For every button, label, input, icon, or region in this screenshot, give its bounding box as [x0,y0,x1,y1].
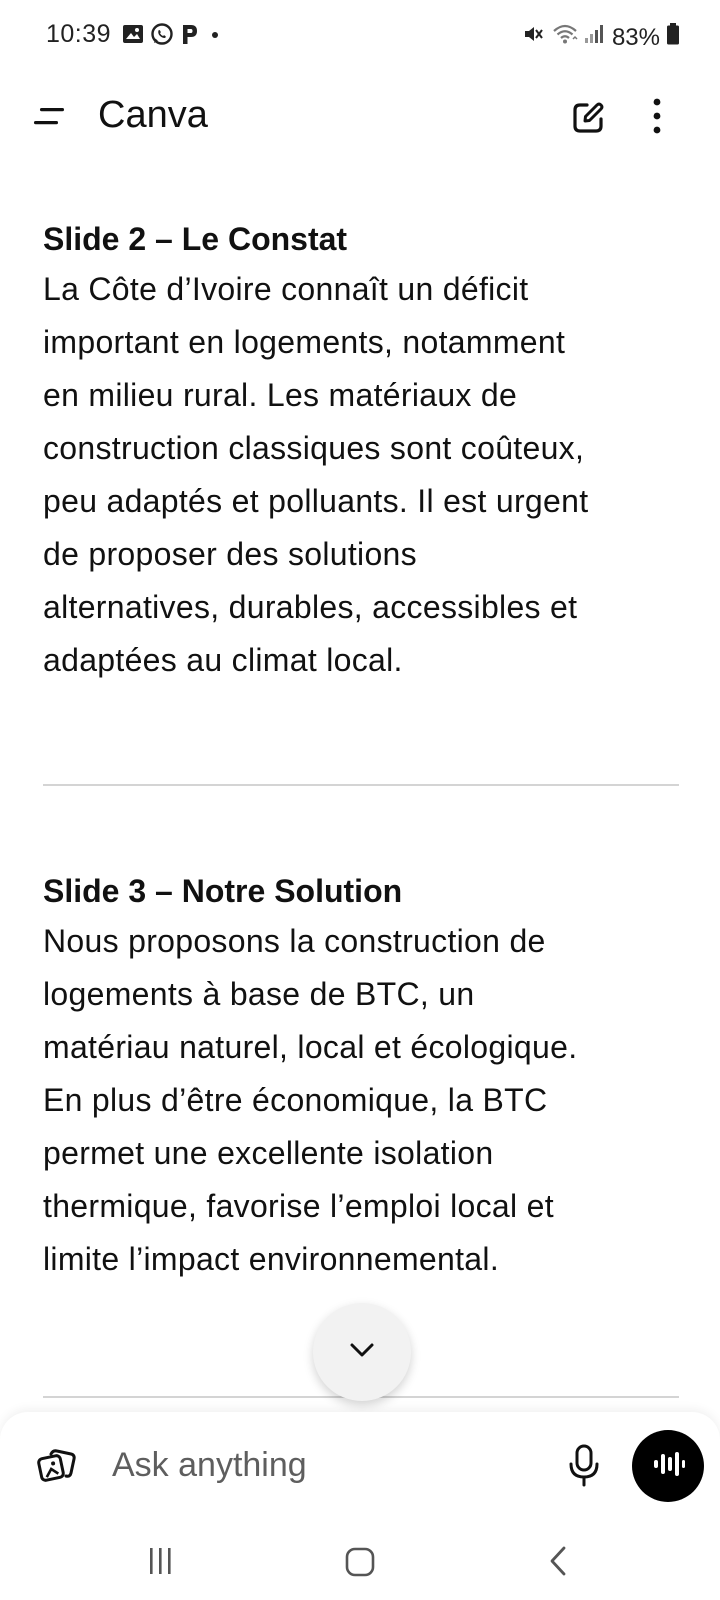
body-line: adaptées au climat local. [43,642,403,678]
body-line: alternatives, durables, accessibles et [43,589,578,625]
mute-icon [522,22,546,53]
back-button[interactable] [548,1542,584,1582]
gallery-icon [122,23,144,50]
message-composer [0,1412,720,1522]
section-slide-2: Slide 2 – Le Constat La Côte d’Ivoire co… [43,214,683,687]
signal-icon [584,22,606,53]
home-icon [344,1547,384,1586]
body-line: Nous proposons la construction de [43,923,546,959]
battery-icon [666,22,680,53]
body-line: thermique, favorise l’emploi local et [43,1188,554,1224]
microphone-button[interactable] [562,1442,606,1490]
more-options-button[interactable] [650,96,694,140]
p-icon [180,22,200,51]
ask-input[interactable] [112,1440,532,1490]
voice-waveform-icon [650,1446,686,1487]
section-title: Slide 3 – Notre Solution [43,873,403,909]
body-line: logements à base de BTC, un [43,976,475,1012]
voice-mode-button[interactable] [632,1430,704,1502]
body-line: peu adaptés et polluants. Il est urgent [43,483,589,519]
body-line: de proposer des solutions [43,536,417,572]
recent-apps-icon [148,1548,184,1586]
more-vertical-icon [650,98,694,144]
recent-apps-button[interactable] [148,1542,184,1582]
body-line: matériau naturel, local et écologique. [43,1029,578,1065]
status-notification-icons [122,22,224,51]
dot-icon [206,25,224,48]
body-line: construction classiques sont coûteux, [43,430,585,466]
section-body: Nous proposons la construction de logeme… [43,915,683,1286]
menu-button[interactable] [30,98,74,138]
image-attach-icon [36,1449,80,1492]
home-button[interactable] [344,1542,384,1582]
attach-button[interactable] [36,1444,80,1488]
status-time: 10:39 [46,20,112,48]
scroll-to-bottom-button[interactable] [313,1303,411,1401]
wifi-icon [552,22,578,53]
body-line: En plus d’être économique, la BTC [43,1082,548,1118]
battery-percent: 83% [611,23,660,51]
system-nav-bar [0,1522,720,1600]
microphone-icon [562,1444,606,1494]
status-system-icons: 83% [522,22,680,53]
divider [43,784,679,786]
menu-icon [30,108,70,142]
back-icon [548,1546,584,1586]
section-body: La Côte d’Ivoire connaît un déficit impo… [43,263,683,687]
chevron-down-icon [346,1334,378,1371]
body-line: en milieu rural. Les matériaux de [43,377,518,413]
body-line: La Côte d’Ivoire connaît un déficit [43,271,529,307]
status-bar: 10:39 83% [0,0,720,74]
body-line: permet une excellente isolation [43,1135,494,1171]
section-slide-3: Slide 3 – Notre Solution Nous proposons … [43,866,683,1286]
section-title: Slide 2 – Le Constat [43,221,348,257]
new-chat-button[interactable] [566,96,610,140]
body-line: important en logements, notamment [43,324,566,360]
body-line: limite l’impact environnemental. [43,1241,500,1277]
whatsapp-icon [150,22,174,51]
edit-icon [566,102,610,144]
app-title: Canva [98,94,208,136]
app-bar: Canva [0,74,720,162]
